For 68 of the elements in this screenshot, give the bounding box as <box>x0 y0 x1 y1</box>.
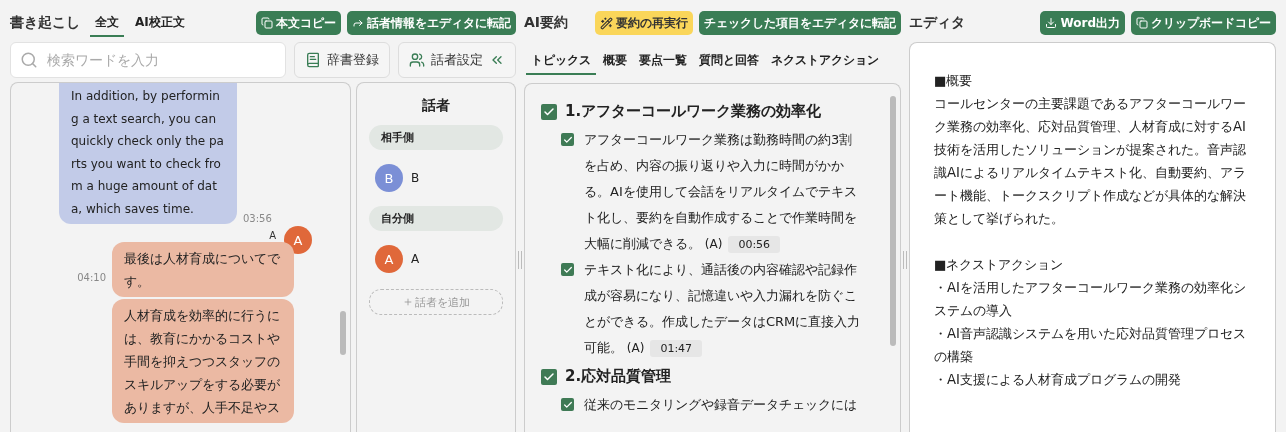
editor-text-line: ・AIを活用したアフターコールワーク業務の効率化システムの導入 <box>934 279 1247 320</box>
check-icon <box>543 105 555 118</box>
message-bubble: In addition, by performing a text search, you can quickly check only the parts you want to check from a huge amount of data, which saves time. <box>59 83 237 224</box>
topic-point: アフターコールワーク業務は勤務時間の約3割を占め、内容の振り返りや入力に時間がかかる。AIを使用して会話をリアルタイムでテキスト化し、要約を自動作成することで作業時間を大幅に削減できる。 (A) 00:56 <box>584 131 858 255</box>
tab[interactable]: AI校正文 <box>130 9 190 37</box>
speaker-name: B <box>411 171 420 185</box>
speaker-settings-button[interactable]: 話者設定 <box>398 42 516 78</box>
rerun-button[interactable]: 要約の再実行 <box>595 11 693 35</box>
editor-text-line: ■概要 <box>934 72 974 90</box>
magic-wand-icon <box>600 16 613 30</box>
message-bubble: 最後は人材育成についてです。 <box>112 242 294 297</box>
topic-point: テキスト化により、通話後の内容確認や記録作成が容易になり、記憶違いや入力漏れを防ぐことができる。作成したデータはCRMに直接入力可能。 (A) 01:47 <box>584 261 862 359</box>
message-bubble: 人材育成を効率的に行うには、教育にかかるコストや手間を抑えつつスタッフのスキルアップをする必要がありますが、人手不足やス <box>112 299 294 423</box>
panel-title: エディタ <box>909 14 965 32</box>
checkbox[interactable] <box>561 263 574 276</box>
editor-panel[interactable] <box>909 42 1276 432</box>
word-export-button[interactable]: Word出力 <box>1040 11 1125 35</box>
speaker-avatar: B <box>375 164 403 192</box>
copy-icon <box>1136 17 1148 29</box>
people-icon <box>409 52 425 68</box>
copy-icon <box>261 17 273 29</box>
search-icon <box>20 51 38 69</box>
checkbox[interactable] <box>541 368 557 385</box>
search-field[interactable]: 検索ワードを入力 <box>10 42 286 78</box>
speaker-avatar: A <box>375 245 403 273</box>
scrollbar-thumb[interactable] <box>340 311 346 355</box>
group-label: 相手側 <box>369 125 503 150</box>
speaker-name: A <box>411 252 420 266</box>
panel-title: 書き起こし <box>10 14 80 32</box>
transfer-button[interactable]: チェックした項目をエディタに転記 <box>699 11 901 35</box>
message-time: 04:10 <box>77 272 106 283</box>
check-icon <box>562 399 573 410</box>
checkbox[interactable] <box>541 103 557 120</box>
panel-title: AI要約 <box>524 14 569 32</box>
topic-point: 従来のモニタリングや録音データチェックには <box>584 396 858 414</box>
check-icon <box>562 134 573 145</box>
checkbox[interactable] <box>561 398 574 411</box>
topic-title: 1.アフターコールワーク業務の効率化 <box>565 102 822 121</box>
check-icon <box>543 370 555 383</box>
dictionary-button[interactable]: 辞書登録 <box>294 42 390 78</box>
editor-text-line: ・AI支援による人材育成プログラムの開発 <box>934 371 1182 389</box>
message-time: 03:56 <box>243 213 272 224</box>
editor-text-line: ・AI音声認識システムを用いた応対品質管理プロセスの構築 <box>934 325 1247 366</box>
checkbox[interactable] <box>561 133 574 146</box>
book-icon <box>305 52 321 68</box>
resize-handle-icon[interactable] <box>903 251 907 269</box>
group-label: 自分側 <box>369 206 503 231</box>
forward-arrow-icon <box>352 17 364 29</box>
editor-text-line: コールセンターの主要課題であるアフターコールワーク業務の効率化、応対品質管理、人材育成に対するAI技術を活用したソリューションが提案された。音声認識AIによるリアルタイムテキスト化、自動要約、アラート機能、トークスクリプト作成などが具体的な解決策として挙げられた。 <box>934 95 1247 228</box>
speaker-avatar: A <box>284 226 312 254</box>
speaker-name: A <box>269 229 276 241</box>
topic-title: 2.応対品質管理 <box>565 367 672 386</box>
tab[interactable]: トピックス <box>526 48 596 75</box>
copy-button[interactable]: 本文コピー <box>256 11 341 35</box>
editor-text-line: ■ネクストアクション <box>934 256 1065 274</box>
tab[interactable]: ネクストアクション <box>766 48 884 75</box>
tab[interactable]: 要点一覧 <box>634 48 692 75</box>
check-icon <box>562 264 573 275</box>
tab[interactable]: 概要 <box>598 48 632 75</box>
clipboard-copy-button[interactable]: クリップボードコピー <box>1131 11 1276 35</box>
panel-heading: 話者 <box>421 97 451 115</box>
plus-icon <box>402 297 413 307</box>
resize-handle-icon[interactable] <box>518 251 522 269</box>
scrollbar-thumb[interactable] <box>890 96 896 346</box>
download-icon <box>1045 17 1058 29</box>
tab[interactable]: 全文 <box>90 9 124 37</box>
transfer-button[interactable]: 話者情報をエディタに転記 <box>347 11 516 35</box>
tab[interactable]: 質問と回答 <box>694 48 764 75</box>
